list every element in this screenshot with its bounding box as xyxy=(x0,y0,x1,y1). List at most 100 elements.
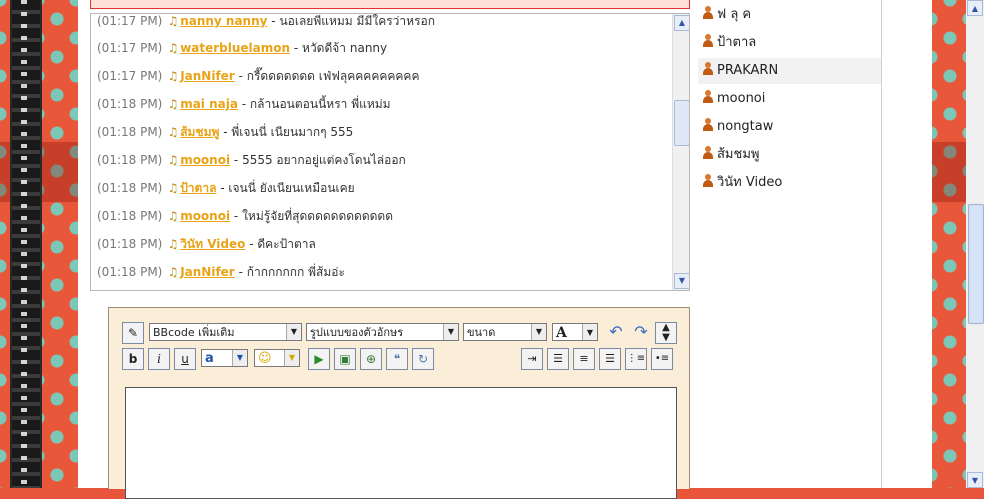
user-icon xyxy=(702,174,714,188)
chat-message: (01:18 PM) ♫ ป้าตาล - เจนนี่ ยังเนียนเหมื… xyxy=(97,178,355,198)
user-list-item[interactable]: ฟ ลุ ค xyxy=(698,2,882,28)
chat-text: - ใหม่รู้จัยที่สุดดดดดดดดดดดด xyxy=(233,209,394,223)
underline-button[interactable]: u xyxy=(174,348,196,370)
chat-username[interactable]: moonoi xyxy=(180,153,230,167)
remove-format-icon[interactable]: ✎ xyxy=(122,322,144,344)
music-note-icon: ♫ xyxy=(167,69,179,83)
chat-message: (01:18 PM) ♫ moonoi - ใหม่รู้จัยที่สุดดดด… xyxy=(97,206,393,226)
chevron-down-icon: ▼ xyxy=(284,350,299,366)
quote-icon[interactable]: ❝ xyxy=(386,348,408,370)
code-icon[interactable]: ↻ xyxy=(412,348,434,370)
notice-bar xyxy=(90,0,690,9)
chat-text: - กล้านอนตอนนี้หรา พี่แหม่ม xyxy=(241,97,391,111)
page-scrollbar[interactable]: ▲ ▼ xyxy=(966,0,984,488)
chat-username[interactable]: JanNifer xyxy=(180,69,235,83)
emoticon-select[interactable]: ☺ ▼ xyxy=(254,349,300,367)
music-note-icon: ♫ xyxy=(167,125,179,139)
music-note-icon: ♫ xyxy=(167,97,179,111)
user-icon xyxy=(702,146,714,160)
user-list-item[interactable]: ป้าตาล xyxy=(698,30,882,56)
redo-icon[interactable]: ↷ xyxy=(631,322,651,342)
user-list-item[interactable]: วินัท Video xyxy=(698,170,882,196)
chat-username[interactable]: mai naja xyxy=(180,97,238,111)
chat-message: (01:17 PM) ♫ nanny nanny - นอเลยพี่แหมม ม… xyxy=(97,14,435,31)
chat-text: - 5555 อยากอยู่แต่คงโดนไล่ออก xyxy=(233,153,406,167)
smiley-icon: ☺ xyxy=(258,351,272,366)
music-note-icon: ♫ xyxy=(167,181,179,195)
user-icon xyxy=(702,90,714,104)
chat-text: - ดีคะป้าตาล xyxy=(249,237,316,251)
chat-text: - หวัดดีจ้า nanny xyxy=(293,41,388,55)
music-note-icon: ♫ xyxy=(167,209,179,223)
chevron-down-icon: ▼ xyxy=(286,324,301,340)
resize-icon[interactable]: ▲ ▼ xyxy=(655,322,677,344)
chevron-down-icon: ▼ xyxy=(443,324,458,340)
music-note-icon: ♫ xyxy=(167,14,179,28)
user-icon xyxy=(702,62,714,76)
user-list-item[interactable]: PRAKARN xyxy=(698,58,882,84)
chat-message: (01:18 PM) ♫ moonoi - 5555 อยากอยู่แต่คงโ… xyxy=(97,150,406,170)
font-select[interactable]: a ▼ xyxy=(201,349,248,367)
insert-link-icon[interactable]: ⊕ xyxy=(360,348,382,370)
chat-message: (01:18 PM) ♫ ส้มชมพู - พี่เจนนี่ เนียนมาก… xyxy=(97,122,353,142)
user-list-item[interactable]: nongtaw xyxy=(698,114,882,140)
music-note-icon: ♫ xyxy=(167,265,179,279)
insert-image-icon[interactable]: ▣ xyxy=(334,348,356,370)
align-center-icon[interactable]: ≡ xyxy=(573,348,595,370)
scroll-down-icon[interactable]: ▼ xyxy=(674,273,689,289)
chat-scroll-thumb[interactable] xyxy=(674,100,689,146)
chat-message: (01:17 PM) ♫ JanNifer - กรี๊ดดดดดดด เฟ่ฟล… xyxy=(97,66,419,86)
scroll-down-icon[interactable]: ▼ xyxy=(967,472,983,488)
music-note-icon: ♫ xyxy=(167,153,179,167)
chat-username[interactable]: วินัท Video xyxy=(180,237,245,251)
chat-username[interactable]: nanny nanny xyxy=(180,14,267,28)
italic-button[interactable]: i xyxy=(148,348,170,370)
chat-text: - ก้ากกกกกก พี่ส้มอ่ะ xyxy=(238,265,345,279)
music-note-icon: ♫ xyxy=(167,41,179,55)
chat-text: - เจนนี่ ยังเนียนเหมือนเคย xyxy=(220,181,355,195)
chat-username[interactable]: JanNifer xyxy=(180,265,235,279)
chat-username[interactable]: moonoi xyxy=(180,209,230,223)
chat-username[interactable]: ส้มชมพู xyxy=(180,125,219,139)
message-input[interactable] xyxy=(125,387,677,499)
decorative-ribbon xyxy=(10,0,42,488)
chat-text: - กรี๊ดดดดดดด เฟ่ฟลุคคคคคคคคค xyxy=(238,69,420,83)
chat-username[interactable]: ป้าตาล xyxy=(180,181,216,195)
font-style-select[interactable]: รูปแบบของตัวอักษร ▼ xyxy=(306,323,459,341)
page-scroll-thumb[interactable] xyxy=(968,204,984,324)
scroll-up-icon[interactable]: ▲ xyxy=(967,0,983,16)
chat-message: (01:18 PM) ♫ JanNifer - ก้ากกกกกก พี่ส้มอ… xyxy=(97,262,345,282)
align-right-icon[interactable]: ☰ xyxy=(599,348,621,370)
chat-username[interactable]: waterbluelamon xyxy=(180,41,290,55)
user-icon xyxy=(702,6,714,20)
font-color-select[interactable]: A ▼ xyxy=(552,323,598,341)
undo-icon[interactable]: ↶ xyxy=(606,322,626,342)
bold-button[interactable]: b xyxy=(122,348,144,370)
align-left-icon[interactable]: ☰ xyxy=(547,348,569,370)
chat-message: (01:18 PM) ♫ วินัท Video - ดีคะป้าตาล xyxy=(97,234,316,254)
user-icon xyxy=(702,34,714,48)
chat-messages[interactable]: (01:17 PM) ♫ nanny nanny - นอเลยพี่แหมม ม… xyxy=(90,13,690,291)
user-list-item[interactable]: moonoi xyxy=(698,86,882,112)
scroll-up-icon[interactable]: ▲ xyxy=(674,15,689,31)
message-editor: ✎ BBcode เพิ่มเติม ▼ รูปแบบของตัวอักษร ▼ ข… xyxy=(108,307,690,499)
music-note-icon: ♫ xyxy=(167,237,179,251)
chat-text: - พี่เจนนี่ เนียนมากๆ 555 xyxy=(223,125,354,139)
chevron-down-icon: ▼ xyxy=(582,324,597,340)
chat-text: - นอเลยพี่แหมม มีมีใครว่าหรอก xyxy=(271,14,435,28)
numbered-list-icon[interactable]: ⋮≡ xyxy=(625,348,647,370)
insert-media-icon[interactable]: ▶ xyxy=(308,348,330,370)
font-size-select[interactable]: ขนาด ▼ xyxy=(463,323,547,341)
online-user-list: ฟ ลุ ค ป้าตาล PRAKARN moonoi nongtaw ส้ม… xyxy=(698,0,882,488)
user-icon xyxy=(702,118,714,132)
chat-scrollbar[interactable]: ▲ ▼ xyxy=(672,14,689,290)
user-list-item[interactable]: ส้มชมพู xyxy=(698,142,882,168)
chevron-down-icon: ▼ xyxy=(232,350,247,366)
indent-icon[interactable]: ⇥ xyxy=(521,348,543,370)
chat-message: (01:18 PM) ♫ mai naja - กล้านอนตอนนี้หรา … xyxy=(97,94,391,114)
bullet-list-icon[interactable]: •≡ xyxy=(651,348,673,370)
bbcode-select[interactable]: BBcode เพิ่มเติม ▼ xyxy=(149,323,302,341)
panel-divider xyxy=(881,0,882,488)
chevron-down-icon: ▼ xyxy=(531,324,546,340)
chat-message: (01:17 PM) ♫ waterbluelamon - หวัดดีจ้า n… xyxy=(97,38,387,58)
